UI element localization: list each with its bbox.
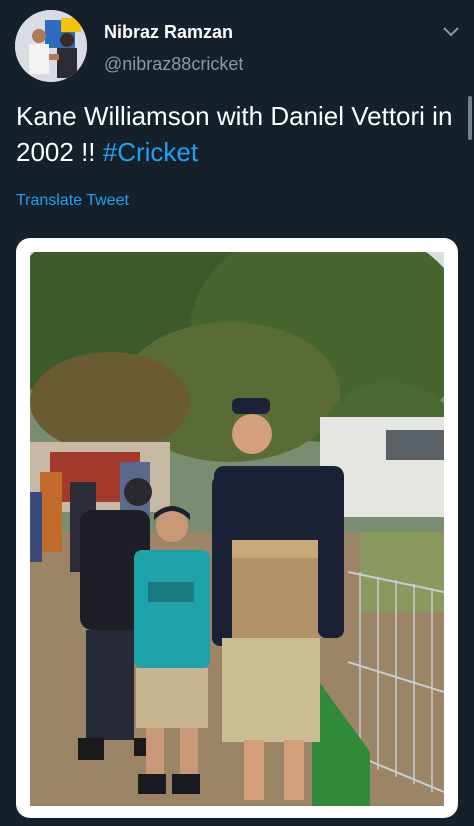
tweet-text: Kane Williamson with Daniel Vettori in 2… bbox=[16, 98, 456, 170]
tweet-photo[interactable] bbox=[30, 252, 444, 806]
author-avatar[interactable] bbox=[15, 10, 87, 82]
author-handle[interactable]: @nibraz88cricket bbox=[104, 54, 243, 75]
chevron-down-icon[interactable] bbox=[440, 22, 462, 42]
tweet-media[interactable] bbox=[16, 238, 458, 818]
hashtag-link[interactable]: #Cricket bbox=[103, 137, 198, 167]
scrollbar-thumb[interactable] bbox=[468, 96, 472, 140]
tweet-header: Nibraz Ramzan @nibraz88cricket bbox=[0, 0, 474, 90]
translate-tweet-link[interactable]: Translate Tweet bbox=[16, 192, 129, 210]
avatar-image bbox=[15, 10, 87, 82]
author-display-name[interactable]: Nibraz Ramzan bbox=[104, 22, 233, 43]
tweet-body: Kane Williamson with Daniel Vettori in 2… bbox=[16, 101, 453, 167]
